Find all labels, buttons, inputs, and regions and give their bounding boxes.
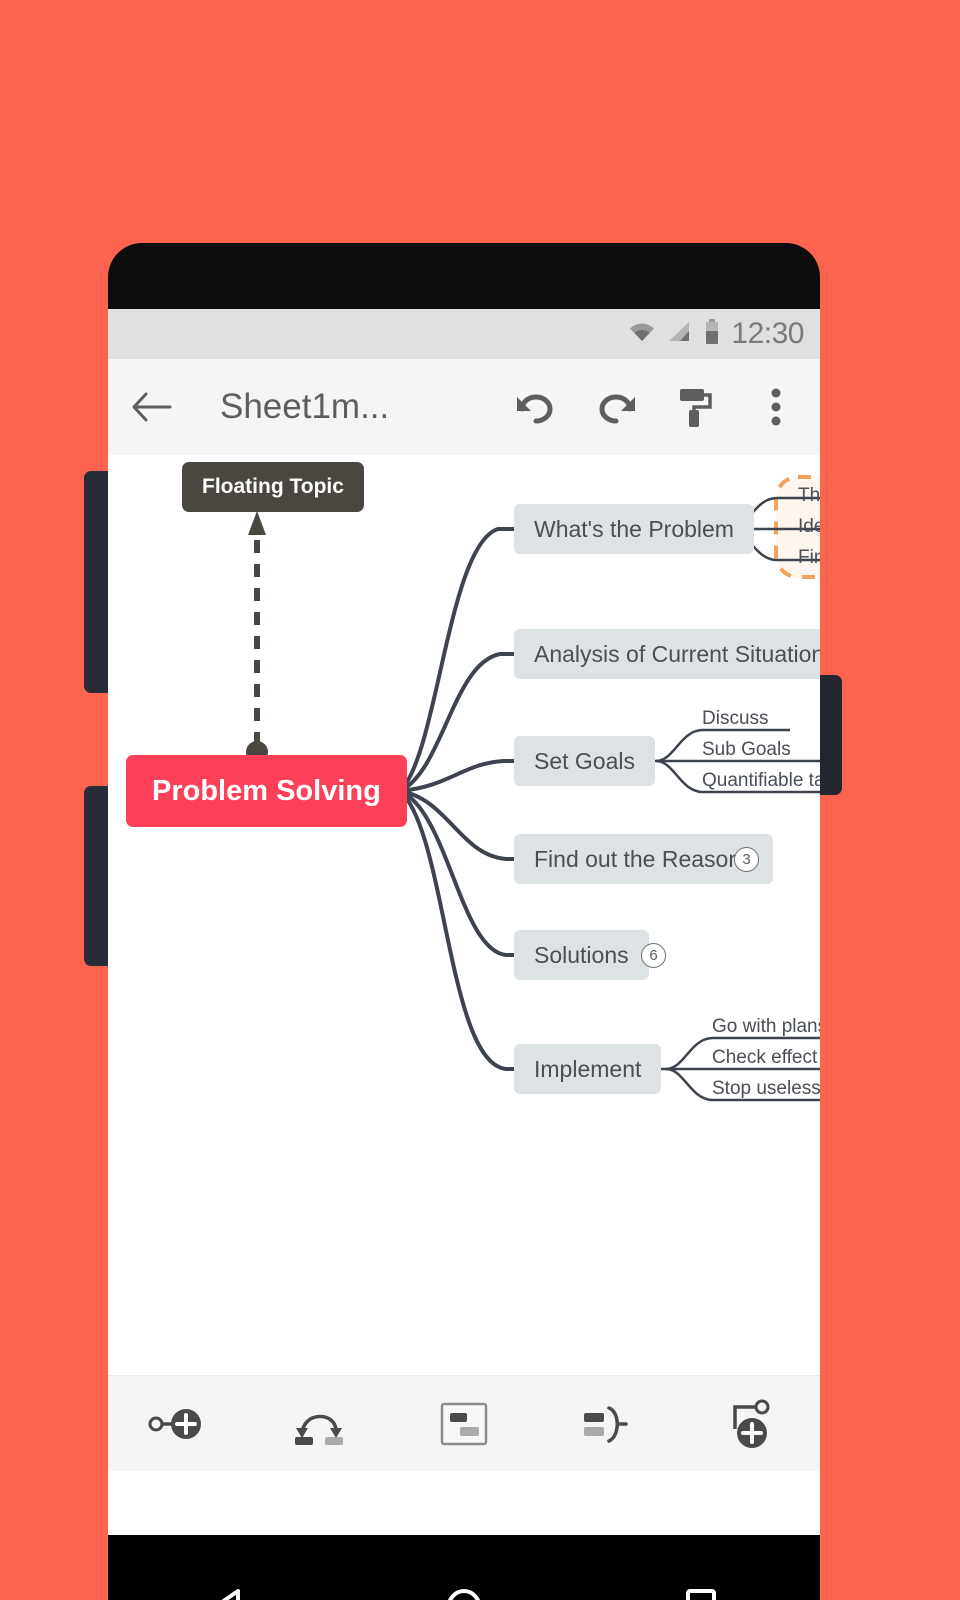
status-bar: 12:30 — [108, 309, 820, 359]
triangle-back-icon[interactable] — [187, 1569, 267, 1600]
circle-home-icon[interactable] — [424, 1569, 504, 1600]
subtopic-problem-2[interactable]: Ide — [798, 516, 820, 538]
more-vertical-icon[interactable] — [754, 385, 798, 429]
paint-roller-icon[interactable] — [674, 385, 718, 429]
android-navigation-bar — [108, 1535, 820, 1600]
subtopic-problem-3[interactable]: Fin — [798, 547, 820, 569]
branch-node-3[interactable]: Set Goals — [514, 736, 655, 786]
subtopic-goals-1[interactable]: Discuss — [702, 708, 769, 730]
branch-node-6[interactable]: Implement — [514, 1044, 662, 1094]
floating-topic-plus-icon[interactable] — [713, 1388, 785, 1460]
mindmap-canvas[interactable]: Floating Topic Problem Solving What's th… — [108, 455, 820, 1375]
collapse-badge-solutions[interactable]: 6 — [641, 943, 666, 968]
power-button[interactable] — [84, 786, 110, 966]
summary-bracket-icon[interactable] — [570, 1388, 642, 1460]
subtopic-goals-3[interactable]: Quantifiable targe — [702, 770, 820, 792]
volume-rocker-button[interactable] — [84, 471, 110, 693]
app-bar: Sheet1m... — [108, 359, 820, 455]
page-title: Sheet1m... — [220, 387, 390, 426]
branch-node-5[interactable]: Solutions — [514, 930, 649, 980]
phone-screen: 12:30 Sheet1m... Floating Topic Problem … — [108, 309, 820, 1535]
right-side-button[interactable] — [818, 675, 842, 795]
back-arrow-icon[interactable] — [130, 385, 174, 429]
root-topic-node[interactable]: Problem Solving — [126, 755, 407, 827]
subtopic-implement-2[interactable]: Check effect of — [712, 1047, 820, 1069]
mindmap-connectors — [246, 475, 820, 1102]
phone-device: 12:30 Sheet1m... Floating Topic Problem … — [84, 243, 842, 1600]
subtopic-goals-2[interactable]: Sub Goals — [702, 739, 791, 761]
square-recents-icon[interactable] — [661, 1569, 741, 1600]
battery-icon — [704, 318, 720, 350]
app-bar-actions — [514, 385, 798, 429]
undo-icon[interactable] — [514, 385, 558, 429]
screenshot-stage: 12:30 Sheet1m... Floating Topic Problem … — [0, 0, 960, 1600]
boundary-box-icon[interactable] — [428, 1388, 500, 1460]
redo-icon[interactable] — [594, 385, 638, 429]
subtopic-implement-3[interactable]: Stop useless so — [712, 1078, 820, 1100]
relationship-arrow-icon[interactable] — [286, 1388, 358, 1460]
bottom-toolbar — [108, 1375, 820, 1471]
collapse-badge-find-out-the-reasons[interactable]: 3 — [734, 847, 759, 872]
subtopic-implement-1[interactable]: Go with plans — [712, 1016, 820, 1038]
node-plus-icon[interactable] — [143, 1388, 215, 1460]
cellular-signal-icon — [667, 321, 693, 348]
floating-topic-node[interactable]: Floating Topic — [182, 462, 364, 512]
branch-node-2[interactable]: Analysis of Current Situation — [514, 629, 820, 679]
status-bar-clock: 12:30 — [731, 317, 804, 350]
branch-node-1[interactable]: What's the Problem — [514, 504, 754, 554]
wifi-icon — [628, 321, 656, 348]
subtopic-problem-1[interactable]: Th — [798, 485, 820, 507]
